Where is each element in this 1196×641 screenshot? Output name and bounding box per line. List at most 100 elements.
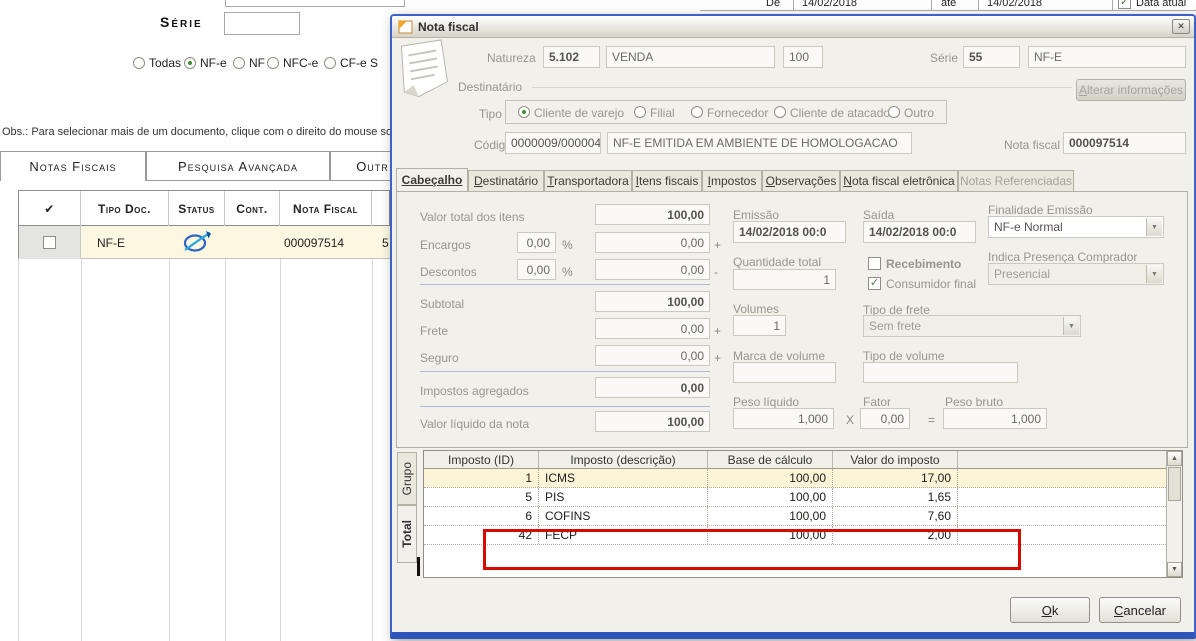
finalidade-emissao-select[interactable]: NF-e Normal ▼ (988, 216, 1164, 238)
tab-notas-fiscais[interactable]: Notas Fiscais (0, 151, 146, 181)
descontos-pct-field[interactable]: 0,00 (517, 259, 556, 280)
consumidor-final-label: Consumidor final (886, 277, 977, 291)
valor-liquido-field[interactable]: 100,00 (595, 411, 710, 432)
col-imposto-descricao[interactable]: Imposto (descrição) (539, 451, 708, 469)
tipo-frete-select[interactable]: Sem frete ▼ (863, 315, 1081, 337)
tab-nota-fiscal-eletronica[interactable]: Nota fiscal eletrônica (840, 170, 958, 191)
consumidor-final-checkbox[interactable]: ✓ (868, 277, 881, 290)
col-base-calculo[interactable]: Base de cálculo (708, 451, 833, 469)
tab-impostos[interactable]: Impostos (702, 170, 762, 191)
scrollbar-thumb[interactable] (1168, 467, 1181, 501)
frete-field[interactable]: 0,00 (595, 318, 710, 339)
tab-observacoes[interactable]: Observações (762, 170, 840, 191)
valor-total-field[interactable]: 100,00 (595, 204, 710, 225)
table-row-icms[interactable]: 1 ICMS 100,00 17,00 (424, 469, 1166, 488)
saida-field[interactable]: 14/02/2018 00:0 (863, 221, 976, 243)
impostos-agregados-field[interactable]: 0,00 (595, 377, 710, 398)
scroll-up-icon[interactable]: ▲ (1167, 451, 1182, 466)
data-atual-checkbox[interactable]: ✓ (1118, 0, 1131, 9)
radio-cliente-atacado-label: Cliente de atacado (790, 106, 891, 120)
date-ate-input[interactable]: 14/02/2018 (987, 0, 1042, 9)
grid-empty-area (18, 259, 390, 641)
tab-notas-referenciadas: Notas Referenciadas (958, 170, 1074, 191)
cancelar-button[interactable]: Cancelar (1099, 597, 1181, 623)
marca-volume-field[interactable] (733, 362, 836, 383)
radio-cfe[interactable] (324, 57, 336, 69)
scroll-down-icon[interactable]: ▼ (1167, 562, 1182, 577)
descontos-minus-sign: - (714, 265, 718, 279)
row-serie: 5 (382, 236, 389, 250)
tab-cabecalho[interactable]: Cabeçalho (396, 168, 468, 191)
table-scrollbar[interactable]: ▲ ▼ (1166, 451, 1182, 577)
radio-todas[interactable] (133, 57, 145, 69)
radio-cliente-varejo[interactable] (518, 106, 530, 118)
volumes-field[interactable]: 1 (733, 315, 786, 336)
tab-pesquisa-avancada[interactable]: Pesquisa Avançada (146, 151, 330, 181)
separator-2 (420, 371, 710, 372)
peso-bruto-label: Peso bruto (945, 395, 1004, 409)
peso-bruto-field[interactable]: 1,000 (943, 408, 1047, 429)
tipo-volume-field[interactable] (863, 362, 1018, 383)
peso-liquido-field[interactable]: 1,000 (733, 408, 834, 429)
marca-volume-label: Marca de volume (733, 349, 826, 363)
radio-nfce-label: NFC-e (283, 56, 319, 70)
radio-filial[interactable] (634, 106, 646, 118)
radio-fornecedor[interactable] (691, 106, 703, 118)
frete-plus-sign: + (714, 324, 722, 338)
col-valor-imposto[interactable]: Valor do imposto (833, 451, 958, 469)
tab-transportadora[interactable]: Transportadora (544, 170, 632, 191)
destinatario-group-label: Destinatário (458, 80, 523, 94)
tab-itens-fiscais[interactable]: Itens fiscais (632, 170, 702, 191)
radio-fornecedor-label: Fornecedor (707, 106, 769, 120)
screen: Série Todas NF-e NF NFC-e CF-e S Obs.: P… (0, 0, 1196, 641)
natureza-descricao-input[interactable]: VENDA (606, 46, 775, 68)
presenca-comprador-select[interactable]: Presencial ▼ (988, 263, 1164, 285)
seguro-plus-sign: + (714, 351, 722, 365)
subtotal-field[interactable]: 100,00 (595, 291, 710, 312)
natureza-codigo-input[interactable]: 5.102 (543, 46, 600, 68)
radio-nfce[interactable] (267, 57, 279, 69)
radio-filial-label: Filial (650, 106, 675, 120)
serie-filter-input[interactable] (224, 12, 300, 35)
truncated-top-input[interactable] (225, 0, 405, 7)
encargos-label: Encargos (420, 238, 471, 252)
radio-outro[interactable] (888, 106, 900, 118)
quantidade-field[interactable]: 1 (733, 269, 836, 290)
col-imposto-id[interactable]: Imposto (ID) (424, 451, 539, 469)
seguro-label: Seguro (420, 351, 459, 365)
serie-tipo-input[interactable]: NF-E (1028, 46, 1186, 68)
close-icon[interactable]: ✕ (1172, 19, 1190, 34)
row-select-checkbox[interactable] (43, 236, 56, 249)
table-row-cofins[interactable]: 6 COFINS 100,00 7,60 (424, 507, 1166, 526)
tab-destinatario[interactable]: Destinatário (468, 170, 544, 191)
side-tab-grupo[interactable]: Grupo (397, 452, 417, 505)
codigo-input[interactable]: 0000009/000004 (505, 132, 601, 154)
seguro-field[interactable]: 0,00 (595, 345, 710, 366)
emissao-field[interactable]: 14/02/2018 00:0 (733, 221, 846, 243)
grid-header: ✔ Tipo Doc. Status Cont. Nota Fiscal (18, 190, 390, 226)
radio-nf[interactable] (233, 57, 245, 69)
fator-field[interactable]: 0,00 (860, 408, 910, 429)
date-de-input[interactable]: 14/02/2018 (802, 0, 857, 9)
row-tipo-doc: NF-E (97, 236, 125, 250)
descontos-field[interactable]: 0,00 (595, 259, 710, 280)
grid-row[interactable]: NF-E 000097514 5 (18, 226, 390, 259)
encargos-pct-field[interactable]: 0,00 (517, 232, 556, 253)
side-tab-total[interactable]: Total (397, 505, 417, 563)
volumes-label: Volumes (733, 302, 780, 316)
date-ate-label: até (941, 0, 957, 9)
recebimento-checkbox[interactable] (868, 257, 881, 270)
table-row-pis[interactable]: 5 PIS 100,00 1,65 (424, 488, 1166, 507)
nota-fiscal-label: Nota fiscal (1004, 138, 1061, 152)
radio-nfe[interactable] (184, 57, 196, 69)
radio-nfe-label: NF-e (200, 56, 227, 70)
alterar-informacoes-button[interactable]: Alterar informações (1076, 79, 1186, 101)
serie-valor-input[interactable]: 55 (963, 46, 1020, 68)
tipo-frete-dropdown-icon: ▼ (1063, 317, 1079, 335)
natureza-numero-input[interactable]: 100 (783, 46, 823, 68)
radio-cliente-atacado[interactable] (774, 106, 786, 118)
destinatario-nome-input[interactable]: NF-E EMITIDA EM AMBIENTE DE HOMOLOGACAO (607, 132, 912, 154)
encargos-field[interactable]: 0,00 (595, 232, 710, 253)
nota-fiscal-numero-input[interactable]: 000097514 (1063, 132, 1186, 154)
ok-button[interactable]: Ok (1010, 597, 1090, 623)
